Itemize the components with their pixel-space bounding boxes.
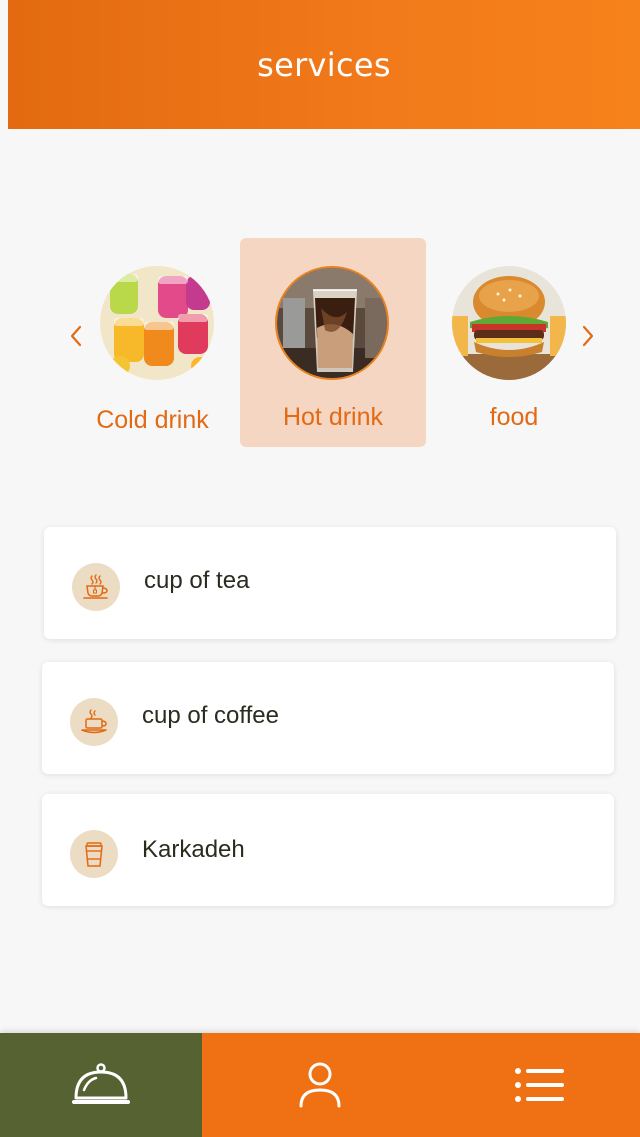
category-label: food	[489, 403, 539, 431]
nav-menu-button[interactable]	[440, 1033, 640, 1137]
category-label: Hot drink	[282, 403, 384, 431]
paper-cup-icon	[70, 830, 118, 878]
page-title: services	[257, 45, 391, 84]
hot-drink-image	[275, 266, 389, 380]
list-item[interactable]: cup of coffee	[42, 662, 614, 774]
list-icon	[515, 1068, 564, 1102]
app-header: services	[8, 0, 640, 129]
item-label: cup of tea	[144, 567, 250, 594]
category-food[interactable]: food	[440, 258, 588, 448]
bottom-nav	[0, 1033, 640, 1137]
item-label: cup of coffee	[142, 702, 279, 729]
chevron-right-icon	[582, 325, 594, 347]
list-item[interactable]: Karkadeh	[42, 794, 614, 906]
carousel-next-button[interactable]	[576, 320, 600, 352]
food-image	[452, 266, 566, 380]
item-label: Karkadeh	[142, 836, 245, 863]
cold-drink-image	[100, 266, 214, 380]
coffee-cup-icon	[70, 698, 118, 746]
list-item[interactable]: cup of tea	[44, 527, 616, 639]
nav-profile-button[interactable]	[220, 1033, 420, 1137]
nav-services-button[interactable]	[0, 1033, 202, 1137]
user-icon	[299, 1062, 341, 1108]
tea-cup-icon	[72, 563, 120, 611]
category-cold-drink[interactable]: Cold drink	[80, 258, 225, 448]
category-label: Cold drink	[96, 406, 209, 434]
category-hot-drink[interactable]: Hot drink	[240, 238, 426, 447]
cloche-icon	[72, 1063, 130, 1104]
